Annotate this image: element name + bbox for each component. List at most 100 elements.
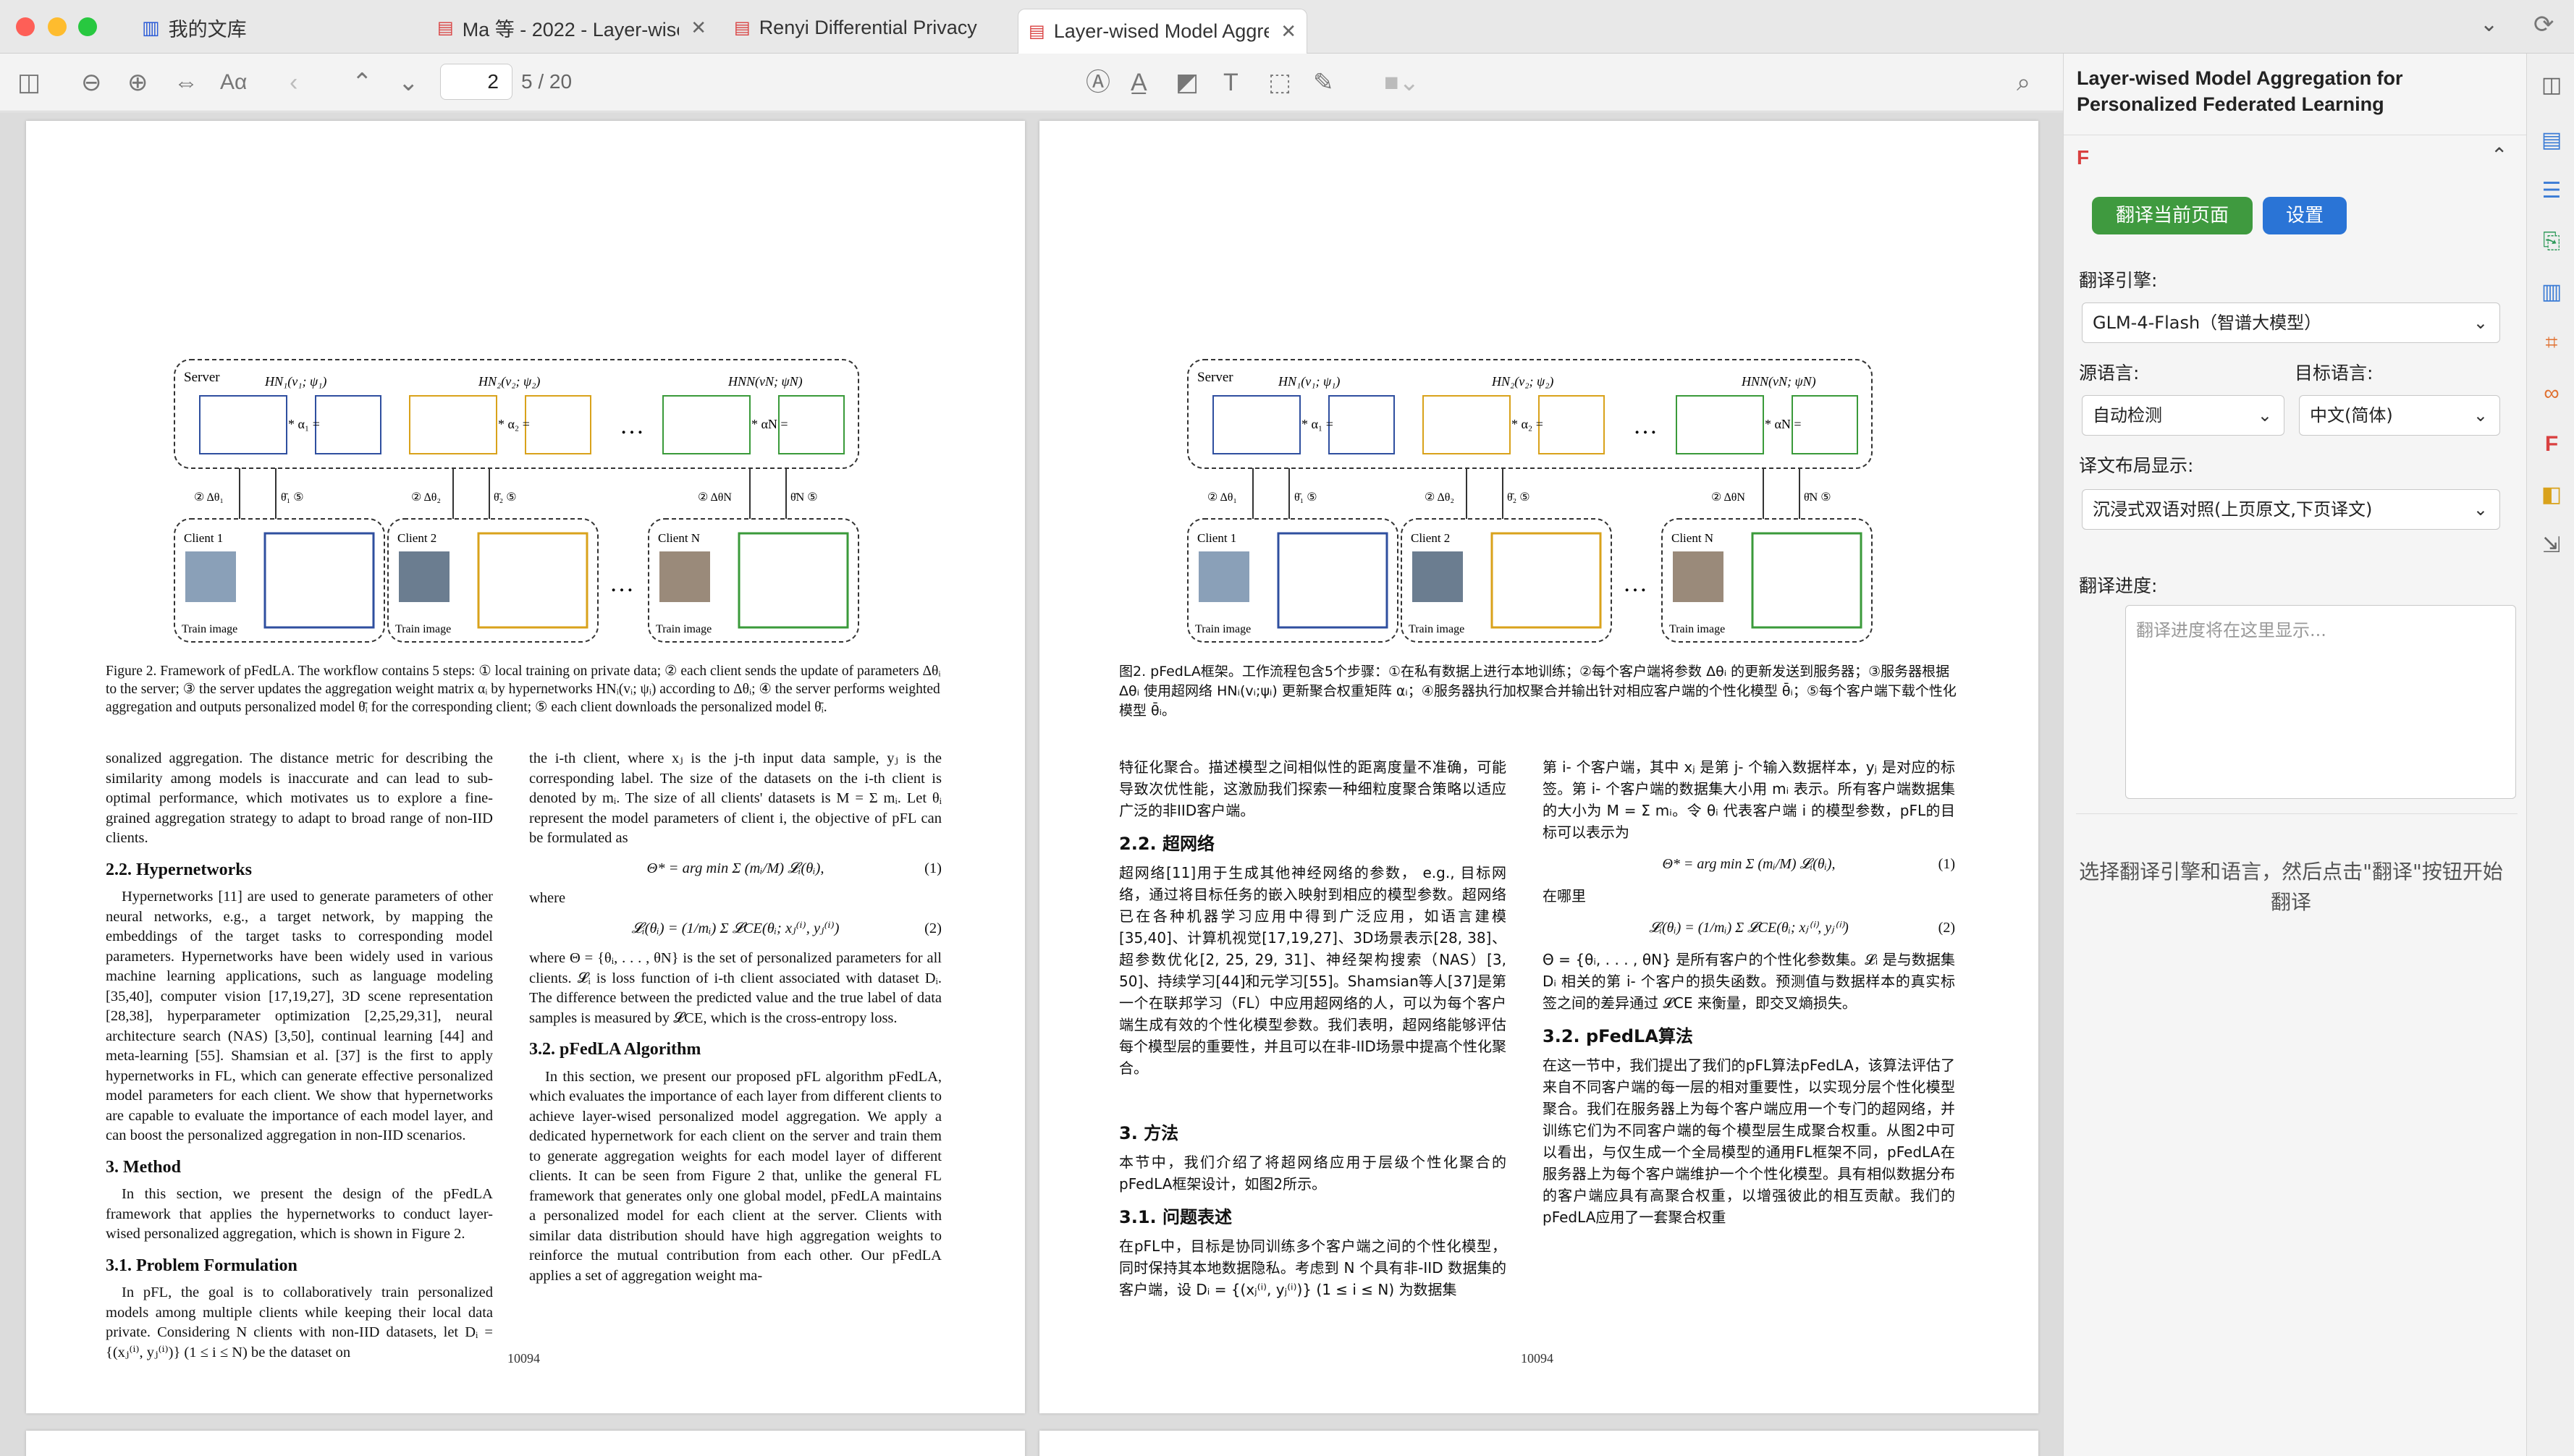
zoom-in-icon[interactable]: ⊕ [127, 67, 148, 98]
fit-width-icon[interactable]: ⇔ [174, 67, 198, 98]
section-heading: 3.1. 问题表述 [1119, 1207, 1232, 1227]
section-heading: 3. Method [106, 1157, 181, 1177]
color-picker-icon[interactable]: ■⌄ [1384, 67, 1419, 98]
left-column: 特征化聚合。描述模型之间相似性的距离度量不准确，可能导致次优性能，这激励我们探索… [1119, 756, 1506, 1302]
paragraph: 特征化聚合。描述模型之间相似性的距离度量不准确，可能导致次优性能，这激励我们探索… [1119, 758, 1506, 819]
label-client1: Client 1 [184, 531, 223, 545]
engine-select[interactable]: GLM-4-Flash（智谱大模型） ⌄ [2082, 302, 2500, 343]
paragraph: where Θ = {θᵢ, . . . , θN} is the set of… [529, 950, 942, 1026]
label-thetaN: θ̄N ⑤ [1804, 491, 1831, 504]
close-icon[interactable]: ✕ [691, 17, 706, 39]
target-language-value: 中文(简体) [2310, 405, 2393, 426]
label-theta1: θ̄₁ ⑤ [281, 491, 304, 504]
page-down-icon[interactable]: ⌄ [398, 67, 419, 98]
page-up-icon[interactable]: ⌃ [352, 67, 373, 98]
search-icon[interactable]: ⌕ [2017, 67, 2030, 98]
zoom-window-button[interactable] [78, 17, 97, 36]
progress-textarea[interactable]: 翻译进度将在这里显示... [2125, 605, 2516, 799]
equation-2: 𝓛ᵢ(θᵢ) = (1/mᵢ) Σ 𝓛CE(θᵢ; xⱼ⁽ⁱ⁾, yⱼ⁽ⁱ⁾)(… [1649, 920, 1955, 936]
plugin-logo-icon: F [2077, 146, 2090, 169]
chevron-down-icon: ⌄ [2473, 405, 2488, 426]
right-column: 第 i- 个客户端，其中 xⱼ 是第 j- 个输入数据样本，yⱼ 是对应的标签。… [1543, 756, 1955, 1229]
chevron-down-icon[interactable]: ⌄ [2480, 12, 2498, 37]
label-dots: … [609, 570, 634, 597]
label-client2: Client 2 [1411, 531, 1450, 545]
label-dots: … [620, 412, 644, 439]
label-clientN: Client N [1671, 531, 1713, 545]
notes-icon[interactable]: ☰ [2537, 177, 2566, 206]
sidebar-toggle-icon[interactable]: ◫ [17, 67, 41, 98]
attachment-icon[interactable]: ⎘ [2537, 227, 2566, 256]
paragraph: the i-th client, where xⱼ is the j-th in… [529, 750, 942, 846]
section-heading: 3.1. Problem Formulation [106, 1256, 298, 1275]
tab-renyi[interactable]: ▤ Renyi Differential Privacy [724, 7, 1013, 48]
equation-2: 𝓛ᵢ(θᵢ) = (1/mᵢ) Σ 𝓛CE(θᵢ; xⱼ⁽ⁱ⁾, yⱼ⁽ⁱ⁾)(… [631, 920, 942, 936]
label-client1: Client 1 [1197, 531, 1236, 545]
tab-layer-wised[interactable]: ▤ Layer-wised Model Aggre ✕ [1018, 9, 1307, 54]
equation-1: Θ* = arg min Σ (mᵢ/M) 𝓛ᵢ(θᵢ), (1) [1662, 856, 1955, 872]
font-size-icon[interactable]: Aα [220, 67, 247, 98]
minimize-window-button[interactable] [48, 17, 67, 36]
area-select-icon[interactable]: ⬚ [1268, 67, 1291, 98]
target-language-select[interactable]: 中文(简体) ⌄ [2299, 395, 2500, 436]
equation-text: Θ* = arg min Σ (mᵢ/M) 𝓛ᵢ(θᵢ), [1662, 856, 1836, 872]
label-train-image: Train image [1409, 623, 1464, 635]
document-info-icon[interactable]: ▤ [2537, 126, 2566, 155]
paragraph: Hypernetworks [11] are used to generate … [106, 889, 493, 1143]
settings-button[interactable]: 设置 [2263, 197, 2347, 234]
equation-text: 𝓛ᵢ(θᵢ) = (1/mᵢ) Σ 𝓛CE(θᵢ; xⱼ⁽ⁱ⁾, yⱼ⁽ⁱ⁾) [1649, 920, 1849, 936]
layout-select-value: 沉浸式双语对照(上页原文,下页译文) [2093, 499, 2373, 520]
back-icon[interactable]: ‹ [290, 67, 298, 98]
paragraph: where [529, 890, 566, 906]
label-train-image: Train image [1195, 623, 1251, 635]
layout-label: 译文布局显示: [2079, 455, 2194, 476]
chevron-down-icon: ⌄ [2473, 313, 2488, 333]
figure-caption: Figure 2. Framework of pFedLA. The workf… [106, 664, 941, 715]
chevron-down-icon: ⌄ [2473, 499, 2488, 520]
note-icon[interactable]: ◩ [1176, 67, 1199, 98]
sidebar-title: Layer-wised Model Aggregation for Person… [2077, 67, 2403, 115]
chevron-down-icon: ⌄ [2257, 405, 2272, 426]
equation-1: Θ* = arg min Σ (mᵢ/M) 𝓛ᵢ(θᵢ), (1) [646, 860, 942, 876]
export-icon[interactable]: ⇲ [2537, 531, 2566, 560]
close-icon[interactable]: ✕ [1280, 20, 1296, 43]
chevron-up-icon[interactable]: ⌃ [2491, 143, 2507, 167]
page-number-input[interactable]: 2 [440, 64, 512, 100]
section-heading: 3.2. pFedLA算法 [1543, 1026, 1693, 1046]
zoom-out-icon[interactable]: ⊖ [81, 67, 102, 98]
source-language-select[interactable]: 自动检测 ⌄ [2082, 395, 2284, 436]
tab-library[interactable]: ▥ 我的文库 [132, 7, 407, 48]
left-column: sonalized aggregation. The distance metr… [106, 749, 493, 1364]
translate-page-button[interactable]: 翻译当前页面 [2092, 197, 2253, 234]
progress-label: 翻译进度: [2079, 575, 2158, 596]
paragraph: 超网络[11]用于生成其他神经网络的参数， e.g., 目标网络，通过将目标任务… [1119, 864, 1506, 1077]
tag-icon[interactable]: ⌗ [2537, 329, 2566, 357]
target-language-label: 目标语言: [2295, 363, 2373, 384]
source-language-label: 源语言: [2079, 363, 2140, 384]
section-heading: 2.2. 超网络 [1119, 834, 1215, 854]
highlight-text-icon[interactable]: Ⓐ [1086, 67, 1110, 98]
pdf-viewer[interactable]: Server HN₁(v₁; ψ₁) HN₂(v₂; ψ₂) HNN(vN; ψ… [0, 112, 2063, 1456]
label-theta2: θ̄₂ ⑤ [494, 491, 517, 504]
sidebar-toggle-icon[interactable]: ◫ [2537, 71, 2566, 100]
label-server: Server [184, 370, 220, 385]
figure-framework: Server HN₁(v₁; ψ₁) HN₂(v₂; ψ₂) HNN(vN; ψ… [1187, 359, 1873, 643]
text-tool-icon[interactable]: T [1223, 67, 1239, 98]
note-icon[interactable]: ◧ [2537, 481, 2566, 509]
sync-icon[interactable]: ⟳ [2533, 10, 2554, 39]
tab-ma-2022[interactable]: ▤ Ma 等 - 2022 - Layer-wise ✕ [427, 7, 717, 48]
label-train-image: Train image [656, 623, 712, 635]
underline-text-icon[interactable]: A̲ [1131, 67, 1147, 98]
link-icon[interactable]: ∞ [2537, 379, 2566, 408]
library-icon[interactable]: ▥ [2537, 278, 2566, 307]
paragraph: sonalized aggregation. The distance metr… [106, 750, 493, 846]
close-window-button[interactable] [16, 17, 35, 36]
label-hn2: HN₂(v₂; ψ₂) [1491, 374, 1553, 389]
paragraph: 在哪里 [1543, 887, 1586, 905]
label-theta2: θ̄₂ ⑤ [1507, 491, 1530, 504]
pdf-page-next [1039, 1431, 2038, 1456]
translate-plugin-icon[interactable]: F [2537, 430, 2566, 459]
draw-icon[interactable]: ✎ [1313, 67, 1334, 98]
layout-select[interactable]: 沉浸式双语对照(上页原文,下页译文) ⌄ [2082, 489, 2500, 530]
engine-select-value: GLM-4-Flash（智谱大模型） [2093, 313, 2322, 333]
